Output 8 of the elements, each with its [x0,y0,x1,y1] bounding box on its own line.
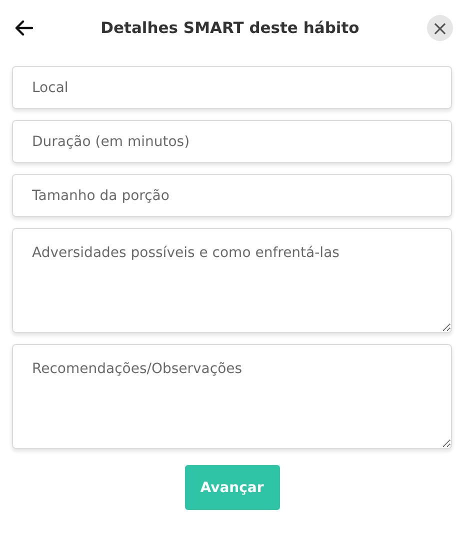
text-area[interactable]: Adversidades possíveis e como enfrentá-las [12,228,452,333]
input-field[interactable]: Local [12,66,452,109]
dialog-title: Detalhes SMART deste hábito [100,19,360,37]
close-button[interactable]: × [426,15,453,41]
back-arrow-icon[interactable] [15,20,33,36]
text-area[interactable]: Recomendações/Observações [12,344,452,449]
input-field[interactable]: Duração (em minutos) [12,120,452,163]
input-field[interactable]: Tamanho da porção [12,174,452,217]
